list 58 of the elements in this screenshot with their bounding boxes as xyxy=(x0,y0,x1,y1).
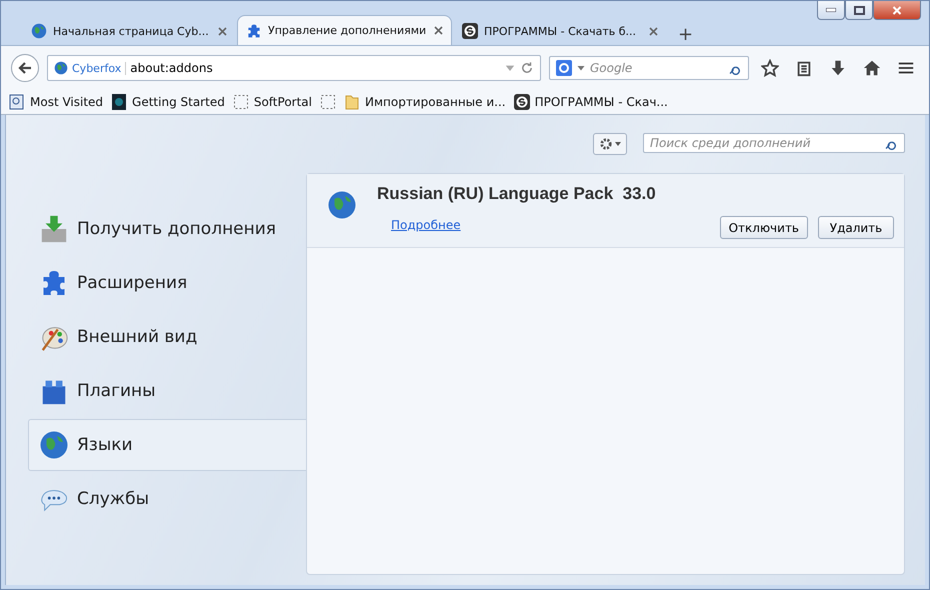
category-item[interactable]: Расширения xyxy=(28,257,306,309)
site-identity-label: Cyberfox xyxy=(72,62,126,74)
globe-icon xyxy=(327,190,357,220)
download-tray-icon xyxy=(39,214,69,244)
new-tab-button[interactable]: + xyxy=(668,24,704,45)
browser-tab[interactable]: Управление дополнениями xyxy=(237,15,452,45)
back-button[interactable] xyxy=(11,54,39,82)
folder-icon xyxy=(344,94,360,110)
minimize-icon xyxy=(826,8,836,12)
category-item[interactable]: Языки xyxy=(28,419,306,471)
gear-icon xyxy=(599,137,613,151)
page-icon xyxy=(9,94,25,110)
close-tab-icon[interactable] xyxy=(434,26,443,35)
reload-icon[interactable] xyxy=(520,61,534,75)
category-item[interactable]: Плагины xyxy=(28,365,306,417)
addon-action-button[interactable]: Удалить xyxy=(818,216,894,239)
bookmark-item[interactable]: Getting Started xyxy=(111,94,225,110)
puzzle-icon xyxy=(246,22,262,38)
more-link[interactable]: Подробнее xyxy=(391,218,461,232)
close-tab-icon[interactable] xyxy=(649,26,658,36)
browser-tab[interactable]: ПРОГРАММЫ - Скачать б... xyxy=(454,17,666,45)
clipboard-icon[interactable] xyxy=(795,59,813,77)
star-icon[interactable] xyxy=(761,59,779,77)
globe-icon xyxy=(39,430,69,460)
blank-page-icon xyxy=(320,94,336,110)
bookmark-item[interactable]: SoftPortal xyxy=(232,94,312,110)
url-text: about:addons xyxy=(130,61,214,75)
category-item[interactable]: Службы xyxy=(28,473,306,525)
bookmark-item[interactable]: ПРОГРАММЫ - Скач... xyxy=(514,94,668,110)
minimize-button[interactable] xyxy=(817,1,845,20)
house-icon[interactable] xyxy=(863,59,881,77)
bookmark-item[interactable]: Импортированные и... xyxy=(344,94,506,110)
bookmark-item[interactable]: Most Visited xyxy=(9,94,104,110)
s-logo-icon xyxy=(462,23,478,39)
blank-page-icon xyxy=(232,94,249,110)
dropdown-icon[interactable] xyxy=(576,63,586,73)
globe-icon xyxy=(31,23,47,39)
url-bar[interactable]: Cyberfox about:addons xyxy=(47,55,541,81)
s-logo-icon xyxy=(514,94,530,110)
down-arrow-icon[interactable] xyxy=(829,59,847,77)
maximize-button[interactable] xyxy=(845,1,873,20)
search-field[interactable]: Google xyxy=(549,56,749,80)
browser-tab[interactable]: Начальная страница Cyb... xyxy=(23,17,235,45)
close-button[interactable] xyxy=(873,1,921,20)
addon-search-field[interactable]: Поиск среди дополнений xyxy=(643,133,905,153)
category-item[interactable]: Получить дополнения xyxy=(28,203,306,255)
back-arrow-icon xyxy=(18,61,32,75)
bookmark-item[interactable] xyxy=(320,94,336,110)
site-identity-icon xyxy=(54,61,68,75)
addon-name: Russian (RU) Language Pack 33.0 xyxy=(377,184,657,204)
maximize-icon xyxy=(854,6,864,14)
category-item[interactable]: Внешний вид xyxy=(28,311,306,363)
addon-action-button[interactable]: Отключить xyxy=(720,216,808,239)
close-icon xyxy=(892,6,902,14)
tools-menu-button[interactable] xyxy=(593,133,627,155)
close-tab-icon[interactable] xyxy=(218,26,227,36)
dark-page-icon xyxy=(111,94,128,110)
caret-icon xyxy=(615,142,621,146)
